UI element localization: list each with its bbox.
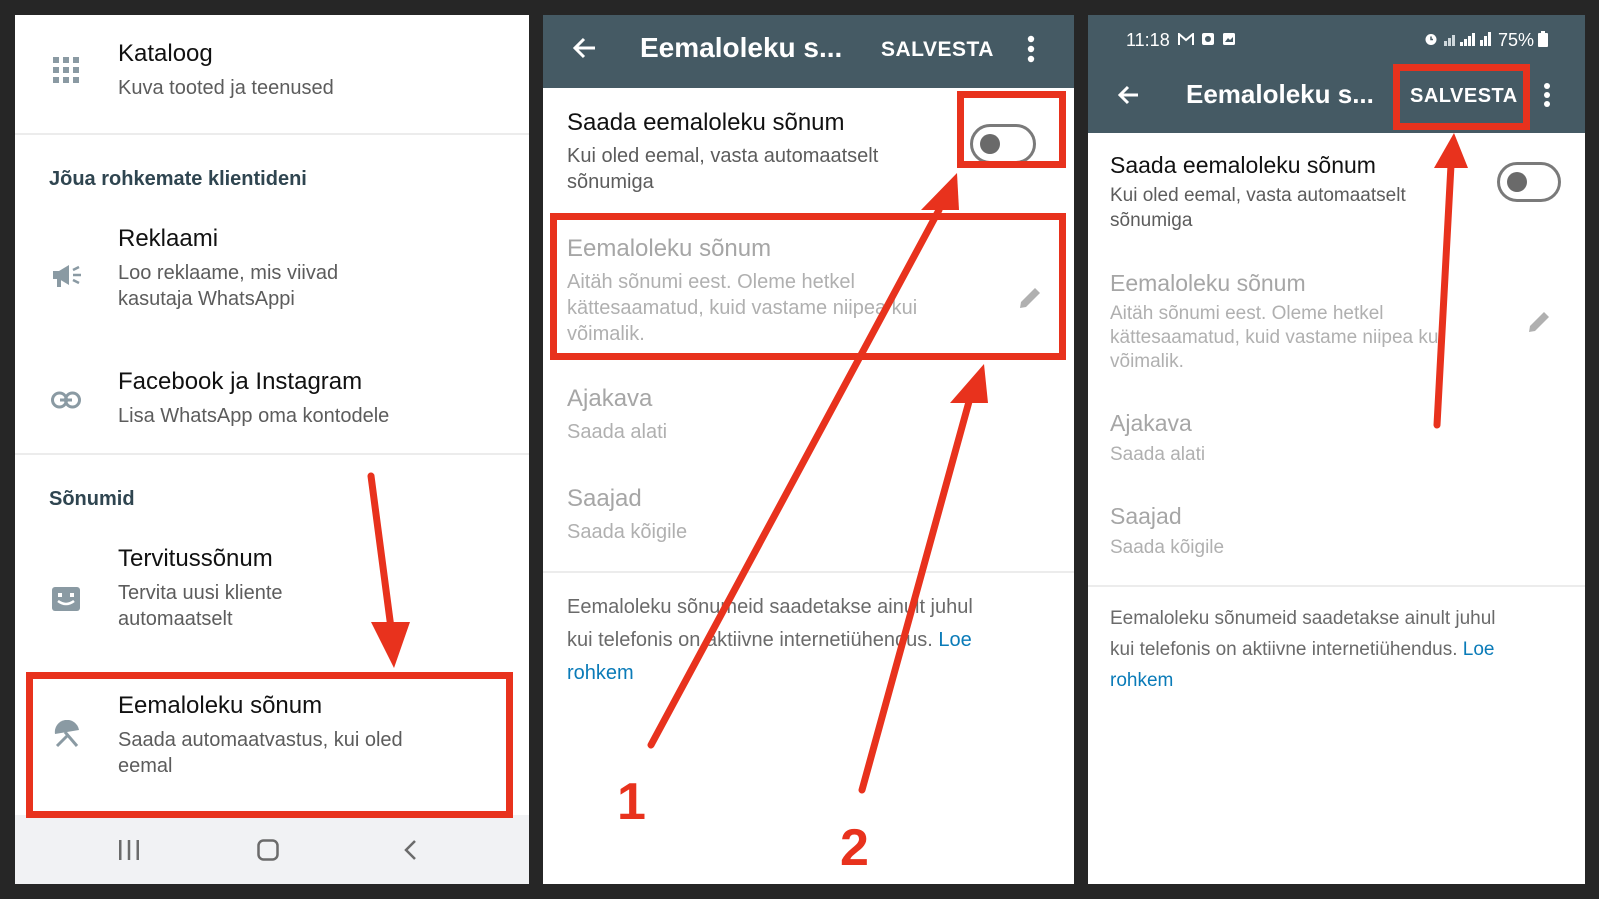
read-more-link-cont[interactable]: rohkem [567,657,1057,690]
home-icon[interactable] [257,839,279,861]
schedule-title: Ajakava [1110,410,1192,436]
status-time: 11:18 [1126,30,1170,50]
battery-icon [1538,31,1548,47]
divider [1088,585,1585,587]
divider [15,133,529,135]
schedule-value: Saada alati [567,421,668,443]
megaphone-icon [53,265,81,287]
away-message-line1: Aitäh sõnumi eest. Oleme hetkel [1110,303,1384,324]
greeting-icon [52,587,80,611]
divider [15,453,529,455]
footer-note: Eemaloleku sõnumeid saadetakse ainult ju… [1110,603,1570,696]
facebook-instagram-item[interactable]: Facebook ja Instagram Lisa WhatsApp oma … [15,353,529,453]
grid-icon [53,57,79,83]
send-away-subtitle-line1: Kui oled eemal, vasta automaatselt [1110,185,1406,206]
recipients-title: Saajad [567,485,642,512]
divider [543,571,1074,573]
send-away-subtitle-line2: sõnumiga [1110,210,1193,231]
away-message-line3: võimalik. [1110,351,1184,372]
footer-line2: kui telefonis on aktiivne internetiühend… [567,629,933,651]
footer-line1: Eemaloleku sõnumeid saadetakse ainult ju… [567,596,973,618]
recipients-row[interactable]: Saajad Saada kõigile [1088,503,1585,573]
send-away-title: Saada eemaloleku sõnum [567,109,845,136]
schedule-row[interactable]: Ajakava Saada alati [1088,410,1585,480]
greeting-subtitle-line2: automaatselt [118,608,233,630]
highlight-away-item [26,672,513,818]
footer-line1: Eemaloleku sõnumeid saadetakse ainult ju… [1110,608,1496,629]
away-settings-panel-save: 11:18 75% Eemaloleku s... SALVESTA Saada… [1088,15,1585,884]
step-marker-2: 2 [840,819,869,877]
recipients-value: Saada kõigile [567,521,688,543]
highlight-toggle [957,91,1066,168]
more-options-icon[interactable] [1027,35,1035,63]
app-bar: Eemaloleku s... SALVESTA [543,15,1074,88]
app-bar-title: Eemaloleku s... [1186,79,1374,109]
footer-line2-wrap: kui telefonis on aktiivne internetiühend… [567,624,1057,657]
away-message-line2: kättesaamatud, kuid vastame niipea kui [1110,327,1443,348]
toggle-knob [1507,172,1527,192]
alarm-icon [1425,34,1437,45]
notification-icon [1202,33,1214,45]
send-away-subtitle-line2: sõnumiga [567,171,654,193]
greeting-title: Tervitussõnum [118,545,273,572]
send-away-title: Saada eemaloleku sõnum [1110,152,1376,178]
link-icon [51,391,81,409]
back-nav-icon[interactable] [403,839,417,861]
save-button[interactable]: SALVESTA [881,38,994,62]
read-more-link-cont[interactable]: rohkem [1110,665,1570,696]
read-more-link[interactable]: Loe [1463,639,1495,660]
ads-subtitle-line1: Loo reklaame, mis viivad [118,262,339,284]
highlight-away-message [550,213,1066,360]
facebook-title: Facebook ja Instagram [118,368,363,395]
gmail-icon [1178,33,1194,45]
ads-subtitle-line2: kasutaja WhatsAppi [118,288,295,310]
catalog-subtitle: Kuva tooted ja teenused [118,77,334,99]
greeting-message-item[interactable]: Tervitussõnum Tervita uusi kliente autom… [15,530,529,645]
step-marker-1: 1 [617,773,646,831]
schedule-row[interactable]: Ajakava Saada alati [543,385,1074,465]
facebook-subtitle: Lisa WhatsApp oma kontodele [118,405,390,427]
status-battery: 75% [1498,30,1535,50]
catalog-item[interactable]: Kataloog Kuva tooted ja teenused [15,15,529,133]
recipients-row[interactable]: Saajad Saada kõigile [543,485,1074,565]
footer-note: Eemaloleku sõnumeid saadetakse ainult ju… [567,591,1057,690]
android-nav-bar [15,815,529,884]
section-header-messages: Sõnumid [49,488,135,510]
footer-line2: kui telefonis on aktiivne internetiühend… [1110,639,1458,660]
back-arrow-icon[interactable] [571,36,597,60]
back-arrow-icon[interactable] [1116,84,1140,106]
away-message-title: Eemaloleku sõnum [1110,270,1306,296]
edit-pencil-icon[interactable] [1526,309,1552,335]
send-away-toggle-row[interactable]: Saada eemaloleku sõnum Kui oled eemal, v… [1088,145,1585,245]
greeting-subtitle-line1: Tervita uusi kliente [118,582,283,604]
schedule-title: Ajakava [567,385,653,412]
recipients-title: Saajad [1110,503,1182,529]
recent-apps-icon[interactable] [118,840,140,860]
schedule-value: Saada alati [1110,444,1206,465]
more-options-icon[interactable] [1543,82,1551,108]
send-away-subtitle-line1: Kui oled eemal, vasta automaatselt [567,145,879,167]
away-message-row[interactable]: Eemaloleku sõnum Aitäh sõnumi eest. Olem… [1088,270,1585,390]
read-more-link[interactable]: Loe [938,629,971,651]
recipients-value: Saada kõigile [1110,537,1225,558]
gallery-icon [1223,33,1235,45]
ads-title: Reklaami [118,225,219,252]
signal-icon [1444,32,1491,46]
footer-line2-wrap: kui telefonis on aktiivne internetiühend… [1110,634,1570,665]
ads-item[interactable]: Reklaami Loo reklaame, mis viivad kasuta… [15,210,529,322]
highlight-save-button [1393,64,1530,130]
catalog-title: Kataloog [118,40,213,67]
app-bar-title: Eemaloleku s... [640,32,843,63]
send-away-toggle[interactable] [1497,162,1561,202]
section-header-reach: Jõua rohkemate klientideni [49,168,307,190]
